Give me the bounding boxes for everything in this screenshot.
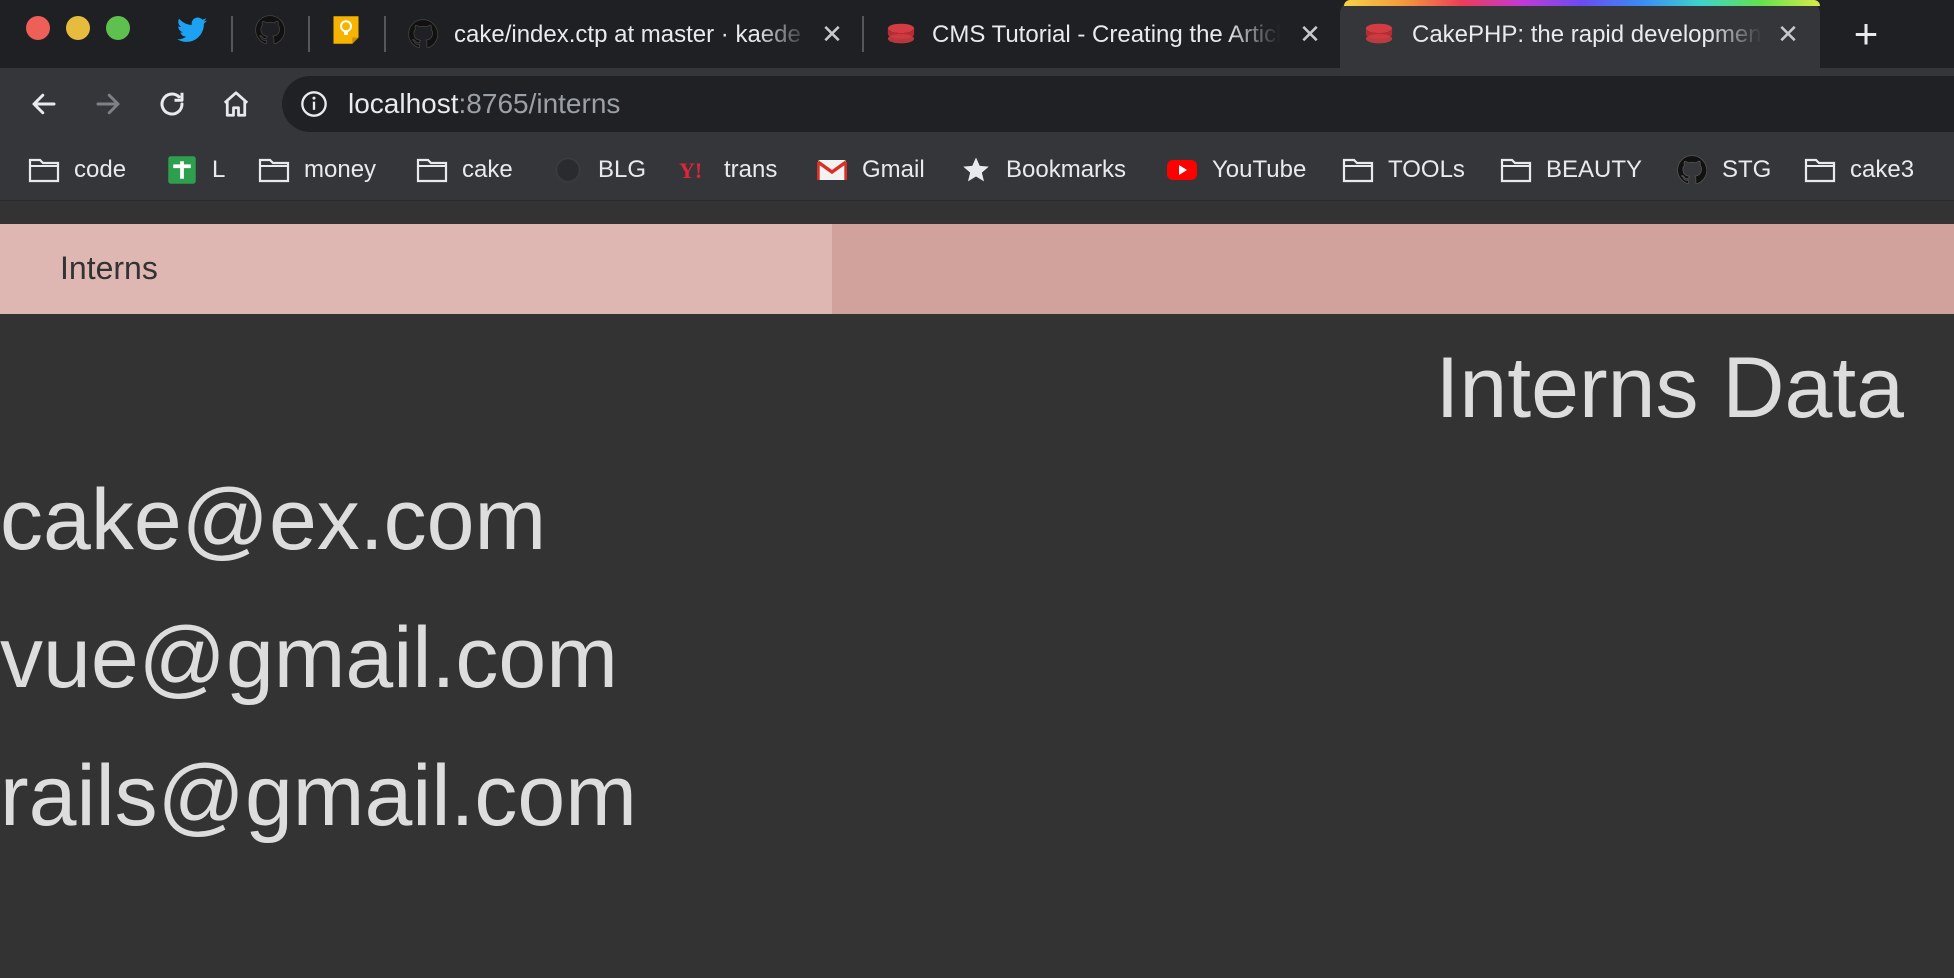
info-icon[interactable]	[300, 90, 328, 118]
url-path: :8765/interns	[458, 88, 621, 119]
cakephp-icon	[886, 19, 916, 49]
bookmark-trans[interactable]: Y! trans	[678, 154, 777, 186]
bookmark-tools[interactable]: TOOLs	[1342, 154, 1465, 186]
tab-cakephp-active[interactable]: CakePHP: the rapid development ✕	[1340, 0, 1820, 68]
forward-button[interactable]	[88, 84, 128, 124]
twitter-icon	[177, 17, 207, 42]
star-icon	[960, 154, 992, 186]
bookmark-blg[interactable]: BLG	[552, 154, 646, 186]
navbar-title-link[interactable]: Interns	[60, 248, 158, 288]
minimize-window-button[interactable]	[66, 16, 90, 40]
tab-strip: cake/index.ctp at master · kaede ✕ CMS T…	[0, 0, 1954, 68]
audio-indicator	[1344, 0, 1820, 6]
bookmark-label: L	[212, 156, 226, 183]
bookmark-label: cake3	[1850, 156, 1915, 183]
bookmark-youtube[interactable]: YouTube	[1166, 154, 1306, 186]
bookmark-label: trans	[724, 156, 778, 183]
arrow-right-icon	[96, 93, 120, 115]
tab-close-button[interactable]: ✕	[818, 20, 846, 48]
folder-icon	[28, 154, 60, 186]
arrow-left-icon	[32, 93, 56, 115]
folder-icon	[258, 154, 290, 186]
back-button[interactable]	[24, 84, 64, 124]
bookmark-label: Bookmarks	[1006, 156, 1127, 183]
github-icon	[255, 15, 285, 45]
address-bar[interactable]: localhost:8765/interns	[282, 76, 1954, 132]
bookmark-label: money	[304, 156, 377, 183]
browser-toolbar: localhost:8765/interns	[0, 68, 1954, 140]
keep-icon	[333, 16, 359, 44]
bookmarks-bar: code L money cake BLG Y! trans Gmail Boo…	[0, 140, 1954, 200]
tab-title: cake/index.ctp at master · kaede	[454, 21, 801, 48]
top-navbar: Interns	[0, 224, 1954, 314]
tab-cake-index[interactable]: cake/index.ctp at master · kaede ✕	[408, 0, 858, 68]
bookmark-label: Gmail	[862, 156, 925, 183]
tab-title: CMS Tutorial - Creating the Articles	[932, 21, 1280, 48]
tab-close-button[interactable]: ✕	[1296, 20, 1324, 48]
intern-email: cake@ex.com	[0, 472, 547, 568]
navbar-title-area: Interns	[0, 224, 832, 314]
url-text[interactable]: localhost:8765/interns	[348, 89, 620, 119]
intern-email: rails@gmail.com	[0, 748, 637, 844]
folder-icon	[1342, 154, 1374, 186]
close-window-button[interactable]	[26, 16, 50, 40]
gmail-icon	[816, 154, 848, 186]
tab-close-button[interactable]: ✕	[1774, 20, 1802, 48]
pinned-tab-github[interactable]	[254, 14, 286, 46]
github-icon	[408, 19, 438, 49]
bookmark-label: STG	[1722, 156, 1772, 183]
new-tab-button[interactable]: +	[1846, 13, 1886, 55]
home-button[interactable]	[216, 84, 256, 124]
cakephp-icon	[1364, 19, 1394, 49]
tab-cms-tutorial[interactable]: CMS Tutorial - Creating the Articles ✕	[886, 0, 1326, 68]
reload-icon	[160, 92, 184, 116]
svg-text:Y!: Y!	[679, 158, 702, 183]
url-host: localhost	[348, 88, 459, 119]
yahoo-icon: Y!	[678, 154, 710, 186]
bookmark-label: YouTube	[1212, 156, 1307, 183]
bookmark-label: TOOLs	[1388, 156, 1465, 183]
folder-icon	[1804, 154, 1836, 186]
bookmark-beauty[interactable]: BEAUTY	[1500, 154, 1642, 186]
fullscreen-window-button[interactable]	[106, 16, 130, 40]
bookmark-label: cake	[462, 156, 513, 183]
bookmark-stg[interactable]: STG	[1676, 154, 1771, 186]
folder-icon	[1500, 154, 1532, 186]
bookmark-cake[interactable]: cake	[416, 154, 513, 186]
bookmark-gmail[interactable]: Gmail	[816, 154, 925, 186]
bookmark-bookmarks[interactable]: Bookmarks	[960, 154, 1126, 186]
bookmark-code[interactable]: code	[28, 154, 126, 186]
bookmark-label: code	[74, 156, 127, 183]
page-content: Interns Interns Data cake@ex.com vue@gma…	[0, 224, 1954, 978]
bookmark-label: BEAUTY	[1546, 156, 1643, 183]
folder-icon	[416, 154, 448, 186]
tab-title: CakePHP: the rapid development	[1412, 21, 1762, 48]
bookmark-cake3[interactable]: cake3	[1804, 154, 1914, 186]
globe-icon	[552, 154, 584, 186]
pinned-tab-keep[interactable]	[330, 14, 362, 46]
page-top-gap	[0, 200, 1954, 224]
bookmark-label: BLG	[598, 156, 647, 183]
page-heading: Interns Data	[1435, 340, 1904, 436]
github-icon	[1676, 154, 1708, 186]
reload-button[interactable]	[152, 84, 192, 124]
pinned-tab-twitter[interactable]	[176, 14, 208, 46]
home-icon	[223, 91, 249, 117]
youtube-icon	[1166, 154, 1198, 186]
bookmark-l[interactable]: L	[166, 154, 225, 186]
bookmark-money[interactable]: money	[258, 154, 376, 186]
plus-square-icon	[166, 154, 198, 186]
intern-email: vue@gmail.com	[0, 610, 618, 706]
